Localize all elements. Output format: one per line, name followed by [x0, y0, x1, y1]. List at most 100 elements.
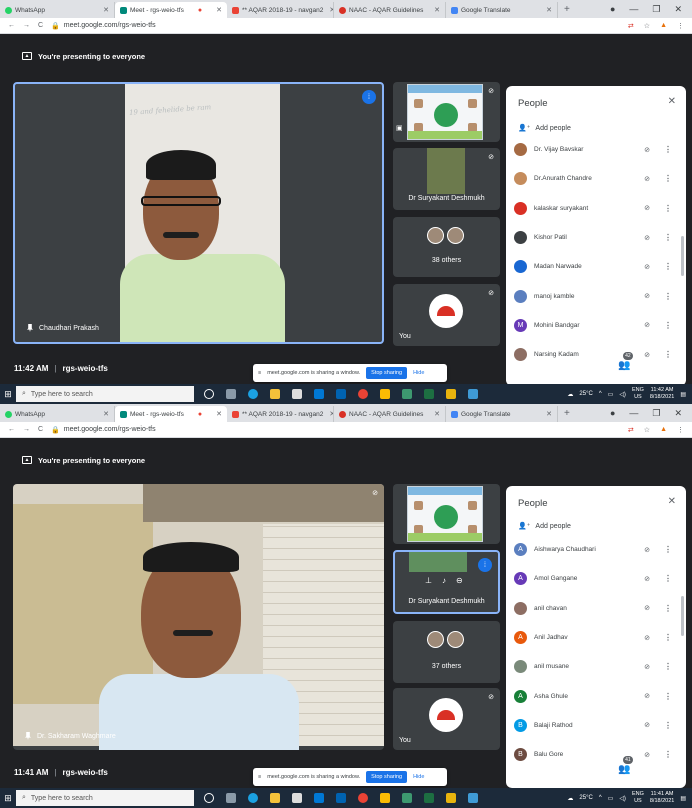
new-tab-button[interactable]: +: [558, 4, 576, 15]
others-tile[interactable]: 38 others: [393, 217, 500, 277]
close-icon[interactable]: ✕: [543, 6, 552, 14]
star-icon[interactable]: ☆: [644, 426, 650, 434]
info-icon[interactable]: ⓘ: [592, 762, 602, 777]
forward-icon[interactable]: →: [23, 426, 30, 433]
maximize-icon[interactable]: ❐: [652, 408, 660, 419]
sticky-notes-icon[interactable]: [380, 793, 390, 803]
maximize-icon[interactable]: ❐: [652, 4, 660, 15]
mail-icon[interactable]: [314, 793, 324, 803]
close-icon[interactable]: ✕: [326, 410, 333, 418]
menu-icon[interactable]: ⋮: [677, 426, 684, 434]
taskbar-search[interactable]: ⌕ Type here to search: [16, 386, 194, 402]
list-item[interactable]: B Balaji Rathod ⊘ ⋮: [514, 711, 678, 740]
tab-naac[interactable]: NAAC - AQAR Guidelines ✕: [334, 406, 446, 422]
activities-icon[interactable]: ⁂: [672, 764, 682, 775]
scrollbar[interactable]: [681, 236, 684, 276]
sticky-notes-icon[interactable]: [380, 389, 390, 399]
chat-icon[interactable]: ▤: [647, 764, 656, 775]
tool-icon[interactable]: [402, 389, 412, 399]
extension-icon[interactable]: ▲: [660, 22, 667, 30]
windows-start-icon[interactable]: ⊞: [0, 389, 16, 400]
file-explorer-icon[interactable]: [270, 389, 280, 399]
mic-icon[interactable]: ♪: [442, 576, 446, 585]
list-item[interactable]: anil musane ⊘ ⋮: [514, 652, 678, 681]
clock[interactable]: 11:41 AM 8/18/2021: [650, 791, 674, 805]
reload-icon[interactable]: C: [38, 426, 43, 433]
taskbar-search[interactable]: ⌕ Type here to search: [16, 790, 194, 806]
tab-meet[interactable]: Meet - rgs-weio-tfs ● ✕: [115, 406, 227, 422]
url-field[interactable]: 🔒 meet.google.com/rgs-weio-tfs: [51, 22, 156, 30]
people-icon[interactable]: 👥 42: [618, 352, 633, 371]
minimize-icon[interactable]: —: [629, 408, 638, 418]
close-window-icon[interactable]: ✕: [674, 408, 682, 419]
back-icon[interactable]: ←: [8, 426, 15, 433]
security-icon[interactable]: [446, 389, 456, 399]
profile-icon[interactable]: ●: [610, 408, 615, 418]
excel-icon[interactable]: [424, 389, 434, 399]
pin-icon[interactable]: [25, 732, 31, 740]
app-icon[interactable]: [468, 793, 478, 803]
network-icon[interactable]: ▭: [608, 795, 614, 802]
more-options-icon[interactable]: ⋮: [658, 692, 678, 701]
clock[interactable]: 11:42 AM 8/18/2021: [650, 387, 674, 401]
close-icon[interactable]: ✕: [326, 6, 333, 14]
network-icon[interactable]: ▭: [608, 391, 614, 398]
main-video-tile[interactable]: 19 and fehelide be ram ⁞ Chaudhari Praka…: [13, 82, 384, 344]
tray-arrow-icon[interactable]: ^: [599, 795, 602, 801]
stop-sharing-button[interactable]: Stop sharing: [366, 771, 408, 783]
list-item[interactable]: A Amol Gangane ⊘ ⋮: [514, 564, 678, 593]
hide-button[interactable]: Hide: [413, 774, 424, 780]
more-options-icon[interactable]: ⋮: [658, 292, 678, 301]
security-icon[interactable]: [446, 793, 456, 803]
more-options-icon[interactable]: ⋮: [658, 145, 678, 154]
edge-icon[interactable]: [248, 389, 258, 399]
more-options-icon[interactable]: ⋮: [658, 204, 678, 213]
scrollbar[interactable]: [681, 596, 684, 636]
photos-icon[interactable]: [336, 389, 346, 399]
tray-arrow-icon[interactable]: ^: [599, 391, 602, 397]
task-view-icon[interactable]: [226, 793, 236, 803]
cortana-icon[interactable]: [204, 793, 214, 803]
close-icon[interactable]: ✕: [668, 496, 676, 507]
activities-icon[interactable]: ⁂: [672, 360, 682, 371]
more-options-icon[interactable]: ⋮: [658, 262, 678, 271]
self-tile[interactable]: ⊘ You: [393, 284, 500, 346]
extension-icon[interactable]: ▲: [660, 426, 667, 434]
notification-icon[interactable]: ▤: [680, 391, 686, 398]
mail-icon[interactable]: [314, 389, 324, 399]
add-people-button[interactable]: 👤⁺ Add people: [518, 522, 571, 531]
hide-button[interactable]: Hide: [413, 370, 424, 376]
others-tile[interactable]: 37 others: [393, 621, 500, 683]
language-indicator[interactable]: ENG US: [632, 791, 644, 805]
weather-icon[interactable]: ☁: [567, 391, 573, 398]
list-item[interactable]: Kishor Patil ⊘ ⋮: [514, 223, 678, 252]
tab-whatsapp[interactable]: WhatsApp ✕: [0, 2, 115, 18]
tab-whatsapp[interactable]: WhatsApp ✕: [0, 406, 115, 422]
chrome-icon[interactable]: [358, 389, 368, 399]
participant-tile-suryakant[interactable]: ⊘ Dr Suryakant Deshmukh: [393, 148, 500, 210]
list-item[interactable]: kalaskar suryakant ⊘ ⋮: [514, 194, 678, 223]
presentation-tile[interactable]: ⊘ ▣: [393, 82, 500, 142]
list-item[interactable]: Madan Narwade ⊘ ⋮: [514, 252, 678, 281]
edge-icon[interactable]: [248, 793, 258, 803]
close-icon[interactable]: ✕: [543, 410, 552, 418]
list-item[interactable]: Dr.Anurath Chandre ⊘ ⋮: [514, 164, 678, 193]
more-options-icon[interactable]: ⋮: [658, 633, 678, 642]
language-indicator[interactable]: ENG US: [632, 387, 644, 401]
translate-page-icon[interactable]: ⇄: [628, 22, 634, 30]
list-item[interactable]: M Mohini Bandgar ⊘ ⋮: [514, 311, 678, 340]
more-options-icon[interactable]: ⋮: [658, 545, 678, 554]
new-tab-button[interactable]: +: [558, 408, 576, 419]
more-options-icon[interactable]: ⋮: [658, 174, 678, 183]
main-video-tile[interactable]: ⊘ Dr. Sakharam Waghmare: [13, 484, 384, 750]
url-field[interactable]: 🔒 meet.google.com/rgs-weio-tfs: [51, 426, 156, 434]
tab-meet[interactable]: Meet - rgs-weio-tfs ● ✕: [115, 2, 227, 18]
tab-translate[interactable]: Google Translate ✕: [446, 406, 558, 422]
close-window-icon[interactable]: ✕: [674, 4, 682, 15]
profile-icon[interactable]: ●: [610, 4, 615, 14]
minimize-icon[interactable]: —: [629, 4, 638, 14]
list-item[interactable]: Dr. Vijay Bavskar ⊘ ⋮: [514, 135, 678, 164]
stop-sharing-button[interactable]: Stop sharing: [366, 367, 408, 379]
participant-tile-suryakant[interactable]: ⁞ ⊥ ♪ ⊖ Dr Suryakant Deshmukh: [393, 550, 500, 614]
close-icon[interactable]: ✕: [668, 96, 676, 107]
